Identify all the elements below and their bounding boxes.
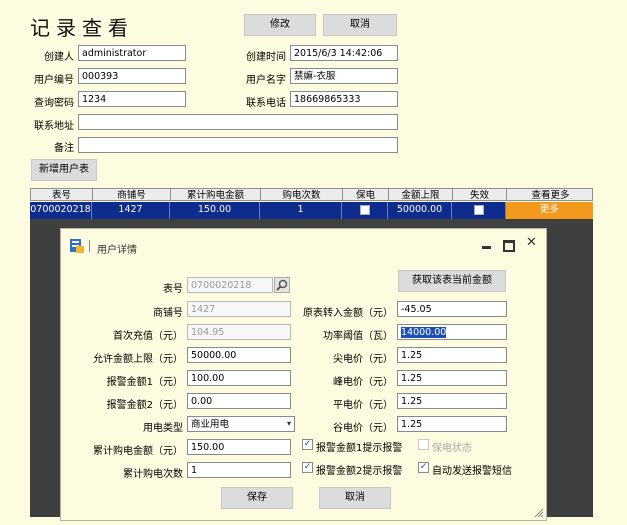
resize-grip-icon[interactable] xyxy=(534,508,544,518)
maximize-icon[interactable] xyxy=(503,240,515,252)
col-total-amount[interactable]: 累计购电金额 xyxy=(171,189,261,201)
created-time-field[interactable]: 2015/6/3 14:42:06 xyxy=(290,45,398,61)
cell-limit: 50000.00 xyxy=(388,202,452,219)
user-name-field[interactable]: 禁嫲-衣服 xyxy=(290,68,398,84)
add-meter-button[interactable]: 新增用户表 xyxy=(31,159,97,181)
meter-no-field[interactable]: 0700020218 xyxy=(187,277,273,293)
user-detail-dialog: 用户详情 ✕ 获取该表当前金额 表号 0700020218 商铺号 1427 首… xyxy=(60,228,547,521)
sharp-price-label: 尖电价（元） xyxy=(333,354,393,365)
first-charge-label: 首次充值（元） xyxy=(113,331,183,342)
alarm1-label: 报警金额1（元） xyxy=(106,377,183,388)
valley-price-label: 谷电价（元） xyxy=(333,423,393,434)
cell-count: 1 xyxy=(260,202,342,219)
power-threshold-value: 14000.00 xyxy=(401,327,447,338)
total-count-field[interactable]: 1 xyxy=(187,462,291,478)
query-pwd-field[interactable]: 1234 xyxy=(78,91,186,107)
flat-price-label: 平电价（元） xyxy=(333,400,393,411)
col-shop-no[interactable]: 商铺号 xyxy=(93,189,171,201)
remark-label: 备注 xyxy=(54,143,74,154)
col-count[interactable]: 购电次数 xyxy=(261,189,343,201)
flat-price-field[interactable]: 1.25 xyxy=(397,393,507,409)
peak-price-label: 峰电价（元） xyxy=(333,377,393,388)
created-time-label: 创建时间 xyxy=(246,52,286,63)
address-label: 联系地址 xyxy=(34,121,74,132)
app-icon xyxy=(70,239,84,253)
alarm2-field[interactable]: 0.00 xyxy=(187,393,291,409)
phone-field[interactable]: 18669865333 xyxy=(290,91,398,107)
alarm2-notice-label: 报警金额2提示报警 xyxy=(316,466,403,477)
auto-sms-label: 自动发送报警短信 xyxy=(432,466,512,477)
elec-type-label: 用电类型 xyxy=(143,423,183,434)
address-field[interactable] xyxy=(78,114,398,130)
close-icon[interactable]: ✕ xyxy=(526,235,537,250)
user-no-label: 用户编号 xyxy=(34,75,74,86)
creator-field[interactable]: administrator xyxy=(78,45,186,61)
query-pwd-label: 查询密码 xyxy=(34,98,74,109)
col-guarantee[interactable]: 保电 xyxy=(343,189,389,201)
elec-type-select[interactable]: 商业用电 ▾ xyxy=(187,416,295,432)
first-charge-field[interactable]: 104.95 xyxy=(187,324,291,340)
allowed-limit-field[interactable]: 50000.00 xyxy=(187,347,291,363)
sharp-price-field[interactable]: 1.25 xyxy=(397,347,507,363)
more-button[interactable]: 更多 xyxy=(506,202,593,219)
alarm2-notice-checkbox[interactable]: ✓ xyxy=(302,462,313,473)
orig-amount-field[interactable]: -45.05 xyxy=(397,301,507,317)
edit-button[interactable]: 修改 xyxy=(244,14,316,36)
remark-field[interactable] xyxy=(78,137,398,153)
dialog-cancel-button[interactable]: 取消 xyxy=(319,487,391,509)
power-threshold-label: 功率阈值（瓦） xyxy=(323,331,393,342)
save-button[interactable]: 保存 xyxy=(221,487,293,509)
alarm1-field[interactable]: 100.00 xyxy=(187,370,291,386)
phone-label: 联系电话 xyxy=(246,98,286,109)
meter-no-label: 表号 xyxy=(163,284,183,295)
col-invalid[interactable]: 失效 xyxy=(453,189,507,201)
total-amount-label: 累计购电金额（元） xyxy=(93,446,183,457)
peak-price-field[interactable]: 1.25 xyxy=(397,370,507,386)
guarantee-status-checkbox[interactable] xyxy=(418,439,429,450)
col-more[interactable]: 查看更多 xyxy=(507,189,594,201)
power-threshold-field[interactable]: 14000.00 xyxy=(397,324,507,340)
valley-price-field[interactable]: 1.25 xyxy=(397,416,507,432)
cell-total-amount: 150.00 xyxy=(170,202,260,219)
guarantee-status-label: 保电状态 xyxy=(432,443,472,454)
shop-no-label: 商铺号 xyxy=(153,308,183,319)
user-name-label: 用户名字 xyxy=(246,75,286,86)
table-row[interactable]: 0700020218 1427 150.00 1 50000.00 更多 xyxy=(30,202,593,219)
creator-label: 创建人 xyxy=(44,52,74,63)
cell-guarantee xyxy=(342,202,388,219)
shop-no-field[interactable]: 1427 xyxy=(187,301,291,317)
elec-type-value: 商业用电 xyxy=(191,419,230,430)
cancel-button[interactable]: 取消 xyxy=(323,14,397,36)
col-limit[interactable]: 金额上限 xyxy=(389,189,453,201)
cell-meter-no: 0700020218 xyxy=(30,202,92,219)
allowed-limit-label: 允许金额上限（元） xyxy=(93,354,183,365)
alarm2-label: 报警金额2（元） xyxy=(106,400,183,411)
get-amount-button[interactable]: 获取该表当前金额 xyxy=(398,270,506,292)
col-meter-no[interactable]: 表号 xyxy=(31,189,93,201)
invalid-checkbox[interactable] xyxy=(474,205,484,215)
user-no-field[interactable]: 000393 xyxy=(78,68,186,84)
search-icon[interactable] xyxy=(274,277,290,293)
minimize-icon[interactable] xyxy=(482,246,491,249)
cell-shop-no: 1427 xyxy=(92,202,170,219)
page-title: 记录查看 xyxy=(30,16,134,40)
cell-invalid xyxy=(452,202,506,219)
total-amount-field[interactable]: 150.00 xyxy=(187,439,291,455)
dialog-title: 用户详情 xyxy=(97,245,137,256)
auto-sms-checkbox[interactable]: ✓ xyxy=(418,462,429,473)
title-divider xyxy=(89,240,90,252)
total-count-label: 累计购电次数 xyxy=(123,469,183,480)
alarm1-notice-label: 报警金额1提示报警 xyxy=(316,443,403,454)
orig-amount-label: 原表转入金额（元） xyxy=(303,308,393,319)
alarm1-notice-checkbox[interactable]: ✓ xyxy=(302,439,313,450)
guarantee-checkbox[interactable] xyxy=(360,205,370,215)
table-header: 表号 商铺号 累计购电金额 购电次数 保电 金额上限 失效 查看更多 xyxy=(30,188,593,201)
